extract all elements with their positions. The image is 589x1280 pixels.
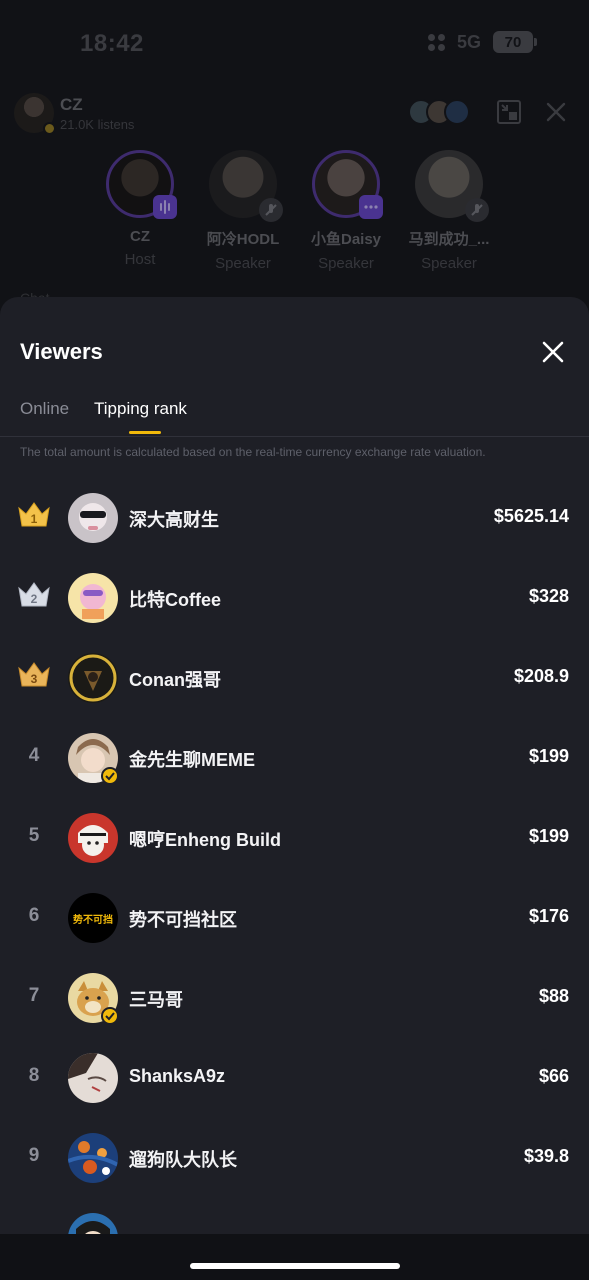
network-type: 5G xyxy=(456,31,481,52)
rank-number: 8 xyxy=(28,1065,40,1086)
minimize-icon[interactable] xyxy=(496,99,522,125)
speaker-name: 小鱼Daisy xyxy=(310,231,382,248)
avatar xyxy=(106,150,177,219)
verified-badge-icon xyxy=(43,122,56,135)
list-item[interactable]: 8 ShanksA9z $66 xyxy=(0,1037,589,1117)
avatar[interactable] xyxy=(68,813,118,863)
mic-off-icon xyxy=(465,198,489,222)
speaker-row: CZ Host 阿冷HODL Speaker 小鱼Daisy Speaker 马… xyxy=(0,150,589,280)
tab-tipping-rank[interactable]: Tipping rank xyxy=(94,399,187,419)
list-item[interactable]: 6 势不可挡 势不可挡社区 $176 xyxy=(0,877,589,957)
viewer-name: 嗯哼Enheng Build xyxy=(129,830,281,850)
avatar xyxy=(415,150,489,222)
speaker-card[interactable]: 马到成功_... Speaker xyxy=(399,150,499,272)
viewer-name: 金先生聊MEME xyxy=(129,750,255,770)
rank-number: 7 xyxy=(28,985,40,1006)
tip-amount: $199 xyxy=(528,746,569,766)
silver-crown-icon: 2 xyxy=(16,579,52,609)
tip-amount: $208.9 xyxy=(513,666,569,686)
status-time: 18:42 xyxy=(80,30,144,57)
sheet-title: Viewers xyxy=(20,339,103,364)
speaker-name: 马到成功_... xyxy=(408,231,490,248)
tip-amount: $176 xyxy=(528,906,569,926)
speaker-role: Speaker xyxy=(421,255,477,272)
speaker-name: CZ xyxy=(130,228,150,245)
room-header: CZ 21.0K listens xyxy=(14,93,575,135)
status-indicators: 5G 70 xyxy=(427,31,537,53)
viewer-name: 深大高财生 xyxy=(129,510,219,530)
battery-icon: 70 xyxy=(493,31,537,53)
speaker-card[interactable]: 阿冷HODL Speaker xyxy=(193,150,293,272)
viewer-name: 三马哥 xyxy=(129,990,183,1010)
battery-level: 70 xyxy=(504,33,522,51)
avatar[interactable] xyxy=(68,1053,118,1103)
close-icon[interactable] xyxy=(544,100,568,124)
host-name: CZ xyxy=(60,95,83,114)
gold-crown-icon: 1 xyxy=(16,499,52,529)
viewers-sheet: Viewers Online Tipping rank The total am… xyxy=(0,297,589,1280)
rank-number: 6 xyxy=(28,905,40,926)
listener-avatars[interactable] xyxy=(408,99,470,125)
rank-number: 5 xyxy=(28,825,40,846)
status-bar: 18:42 5G 70 xyxy=(0,0,589,90)
avatar-text: 势不可挡 xyxy=(73,914,113,926)
avatar[interactable] xyxy=(68,653,118,703)
avatar xyxy=(312,150,383,219)
audio-wave-icon xyxy=(153,195,177,219)
close-icon[interactable] xyxy=(540,339,566,365)
avatar[interactable] xyxy=(68,573,118,623)
live-room-screen: 18:42 5G 70 CZ 21.0K listens CZ Host 阿冷H… xyxy=(0,0,589,1280)
avatar xyxy=(209,150,283,222)
valuation-note: The total amount is calculated based on … xyxy=(20,445,486,459)
viewer-name: 遛狗队大队长 xyxy=(129,1150,237,1170)
speaker-role: Speaker xyxy=(318,255,374,272)
bottom-safe-area xyxy=(0,1234,589,1280)
rank-number: 1 xyxy=(30,512,38,526)
list-item[interactable]: 7 三马哥 $88 xyxy=(0,957,589,1037)
rank-number: 2 xyxy=(30,592,38,606)
avatar[interactable]: 势不可挡 xyxy=(68,893,118,943)
viewer-name: 势不可挡社区 xyxy=(129,910,237,930)
active-tab-indicator xyxy=(129,431,161,434)
tab-online[interactable]: Online xyxy=(20,399,69,419)
list-item[interactable]: 1 深大高财生 $5625.14 xyxy=(0,477,589,557)
list-item[interactable]: 2 比特Coffee $328 xyxy=(0,557,589,637)
speaker-role: Host xyxy=(124,251,156,268)
room-background: 18:42 5G 70 CZ 21.0K listens CZ Host 阿冷H… xyxy=(0,0,589,330)
more-icon xyxy=(359,195,383,219)
avatar[interactable] xyxy=(68,493,118,543)
home-indicator[interactable] xyxy=(190,1263,400,1269)
tip-amount: $88 xyxy=(538,986,569,1006)
tip-amount: $66 xyxy=(538,1066,569,1086)
list-item[interactable]: 9 遛狗队大队长 $39.8 xyxy=(0,1117,589,1197)
list-item[interactable]: 4 金先生聊MEME $199 xyxy=(0,717,589,797)
list-item[interactable]: 3 Conan强哥 $208.9 xyxy=(0,637,589,717)
rank-number: 3 xyxy=(30,672,38,686)
tip-amount: $199 xyxy=(528,826,569,846)
tip-amount: $39.8 xyxy=(523,1146,569,1166)
verified-badge-icon xyxy=(101,1007,119,1025)
viewer-tabs: Online Tipping rank xyxy=(0,395,589,437)
speaker-name: 阿冷HODL xyxy=(206,231,280,248)
tip-amount: $5625.14 xyxy=(493,506,569,526)
rank-number: 4 xyxy=(28,745,40,766)
viewer-name: 比特Coffee xyxy=(129,590,222,610)
avatar xyxy=(444,99,470,125)
list-item[interactable]: 5 嗯哼Enheng Build $199 xyxy=(0,797,589,877)
speaker-card[interactable]: CZ Host xyxy=(90,150,190,268)
avatar[interactable] xyxy=(68,1133,118,1183)
mic-off-icon xyxy=(259,198,283,222)
rank-number: 9 xyxy=(28,1145,40,1166)
viewer-name: Conan强哥 xyxy=(129,670,221,690)
listen-count: 21.0K listens xyxy=(60,117,135,132)
host-avatar[interactable] xyxy=(14,93,56,135)
tip-amount: $328 xyxy=(528,586,569,606)
viewer-name: ShanksA9z xyxy=(129,1066,226,1086)
speaker-role: Speaker xyxy=(215,255,271,272)
bronze-crown-icon: 3 xyxy=(16,659,52,689)
signal-icon xyxy=(427,33,445,51)
speaker-card[interactable]: 小鱼Daisy Speaker xyxy=(296,150,396,272)
verified-badge-icon xyxy=(101,767,119,785)
